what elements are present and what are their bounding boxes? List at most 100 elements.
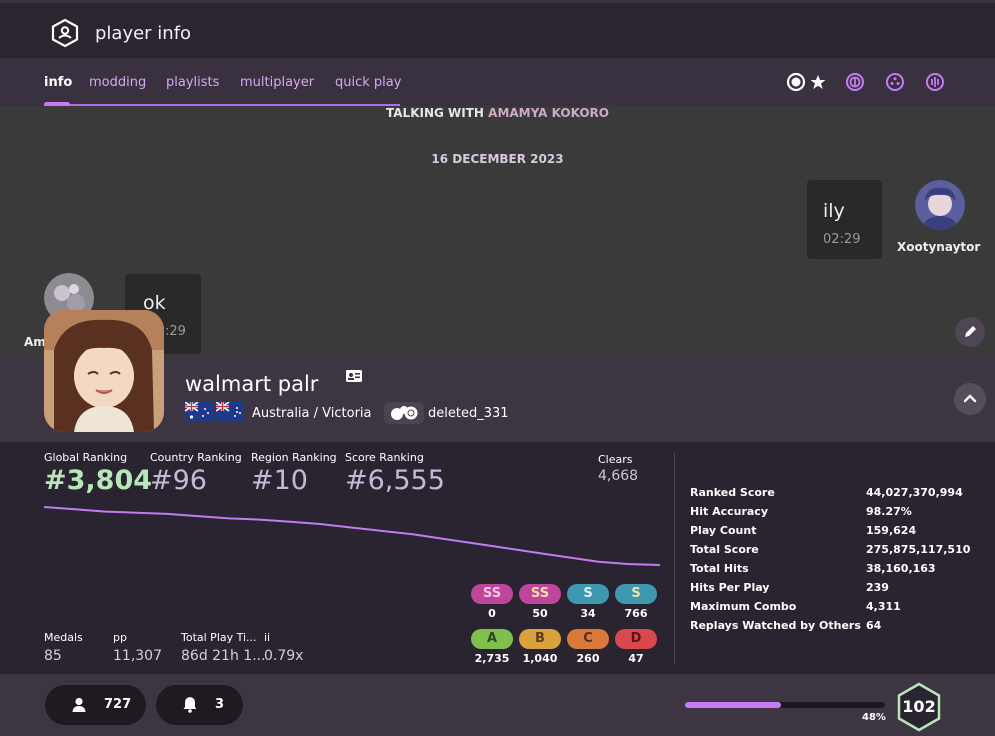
team-logo-icon	[391, 406, 418, 420]
tab-info[interactable]: info	[44, 75, 72, 90]
grade-badge-d: D	[615, 629, 657, 649]
level-progress-percent: 48%	[862, 712, 886, 723]
play-time-value: 86d 21h 1...	[181, 648, 266, 664]
score-stat-label: Hit Accuracy	[690, 505, 768, 518]
notifications-button[interactable]: 3	[156, 685, 243, 725]
grade-count: 47	[628, 652, 644, 665]
location-text: Australia / Victoria	[252, 406, 372, 421]
rank-history-graph[interactable]	[44, 502, 660, 572]
chat-message-time: 02:29	[823, 232, 861, 247]
chat-message-text: ily	[823, 200, 845, 222]
score-stat-value: 38,160,163	[866, 562, 936, 575]
top-bar: player info	[0, 0, 995, 58]
friends-count: 727	[104, 697, 132, 712]
country-flag-icon[interactable]	[185, 402, 213, 422]
grade-badge-a: A	[471, 629, 513, 649]
score-stat-value: 239	[866, 581, 889, 594]
chat-partner-name[interactable]: AMAMYA KOKORO	[488, 106, 609, 120]
ii-label: ii	[264, 631, 271, 644]
grade-count: 0	[488, 607, 496, 620]
edit-button[interactable]	[955, 317, 985, 347]
clears-value: 4,668	[598, 468, 639, 484]
grade-badge-s: S	[615, 584, 657, 604]
id-card-icon[interactable]	[346, 370, 362, 382]
score-stat-label: Maximum Combo	[690, 600, 797, 613]
pencil-icon	[965, 326, 976, 337]
grade-badge-ss: SS	[519, 584, 561, 604]
score-ranking-label: Score Ranking	[345, 451, 424, 464]
chat-message-time: :29	[165, 324, 186, 339]
rank-history-line	[44, 506, 660, 566]
mania-mode-icon[interactable]	[925, 72, 945, 92]
team-name[interactable]: deleted_331	[428, 406, 509, 421]
score-ranking-value: #6,555	[345, 465, 445, 496]
region-ranking-label: Region Ranking	[251, 451, 337, 464]
score-stat-label: Total Score	[690, 543, 759, 556]
play-time-label: Total Play Ti...	[181, 631, 257, 644]
pp-value: 11,307	[113, 648, 162, 664]
grade-badge-b: B	[519, 629, 561, 649]
score-stat-label: Total Hits	[690, 562, 749, 575]
user-hexagon-icon	[51, 18, 79, 48]
pp-label: pp	[113, 631, 127, 644]
bell-icon	[183, 697, 197, 713]
score-stat-value: 159,624	[866, 524, 917, 537]
score-stat-value: 4,311	[866, 600, 901, 613]
tab-quick-play[interactable]: quick play	[335, 75, 401, 90]
grade-count: 34	[580, 607, 596, 620]
section-nav: info modding playlists multiplayer quick…	[0, 58, 995, 107]
page-title: player info	[95, 23, 192, 44]
grade-count: 1,040	[522, 652, 558, 665]
username: walmart palr	[185, 372, 319, 396]
chat-sender-name[interactable]: Am	[24, 335, 46, 349]
score-stat-label: Hits Per Play	[690, 581, 770, 594]
region-flag-icon[interactable]	[216, 402, 244, 422]
star-icon	[810, 75, 826, 89]
grade-count: 50	[532, 607, 548, 620]
friends-button[interactable]: 727	[45, 685, 146, 725]
user-icon	[72, 697, 86, 712]
chat-avatar[interactable]	[915, 180, 965, 230]
global-ranking-label: Global Ranking	[44, 451, 128, 464]
osu-mode-icon[interactable]	[786, 72, 806, 92]
chat-message: ily 02:29	[807, 180, 882, 259]
grade-count: 260	[576, 652, 600, 665]
stats-panel: Global Ranking #3,804 Country Ranking #9…	[0, 442, 995, 674]
score-stat-value: 64	[866, 619, 882, 632]
grade-count: 766	[624, 607, 648, 620]
tab-playlists[interactable]: playlists	[166, 75, 219, 90]
chat-date: 16 DECEMBER 2023	[431, 152, 564, 166]
medals-label: Medals	[44, 631, 83, 644]
clears-label: Clears	[598, 453, 633, 466]
level-value: 102	[902, 697, 936, 716]
tab-modding[interactable]: modding	[89, 75, 146, 90]
taiko-mode-icon[interactable]	[845, 72, 865, 92]
chat-sender-name[interactable]: Xootynaytor	[897, 240, 980, 254]
score-stat-label: Ranked Score	[690, 486, 775, 499]
score-stat-label: Replays Watched by Others	[690, 619, 861, 632]
tab-multiplayer[interactable]: multiplayer	[240, 75, 314, 90]
collapse-header-button[interactable]	[954, 383, 986, 415]
team-flag[interactable]	[384, 402, 424, 424]
grade-count: 2,735	[474, 652, 510, 665]
chevron-up-icon	[963, 394, 977, 403]
medals-value: 85	[44, 648, 62, 664]
score-stat-value: 44,027,370,994	[866, 486, 963, 499]
country-ranking-label: Country Ranking	[150, 451, 242, 464]
grade-badge-ss: SS	[471, 584, 513, 604]
grade-badge-c: C	[567, 629, 609, 649]
score-stat-label: Play Count	[690, 524, 757, 537]
level-progress-fill	[685, 702, 781, 708]
global-ranking-value: #3,804	[44, 465, 153, 496]
grade-badge-s: S	[567, 584, 609, 604]
chat-header: TALKING WITH AMAMYA KOKORO	[0, 106, 995, 120]
chat-header-prefix: TALKING WITH	[386, 106, 484, 120]
country-ranking-value: #96	[150, 465, 207, 496]
score-stat-value: 275,875,117,510	[866, 543, 971, 556]
notifications-count: 3	[215, 697, 225, 712]
score-stat-value: 98.27%	[866, 505, 912, 518]
profile-avatar[interactable]	[44, 310, 164, 432]
region-ranking-value: #10	[251, 465, 308, 496]
ii-value: 0.79x	[264, 648, 304, 664]
catch-mode-icon[interactable]	[885, 72, 905, 92]
